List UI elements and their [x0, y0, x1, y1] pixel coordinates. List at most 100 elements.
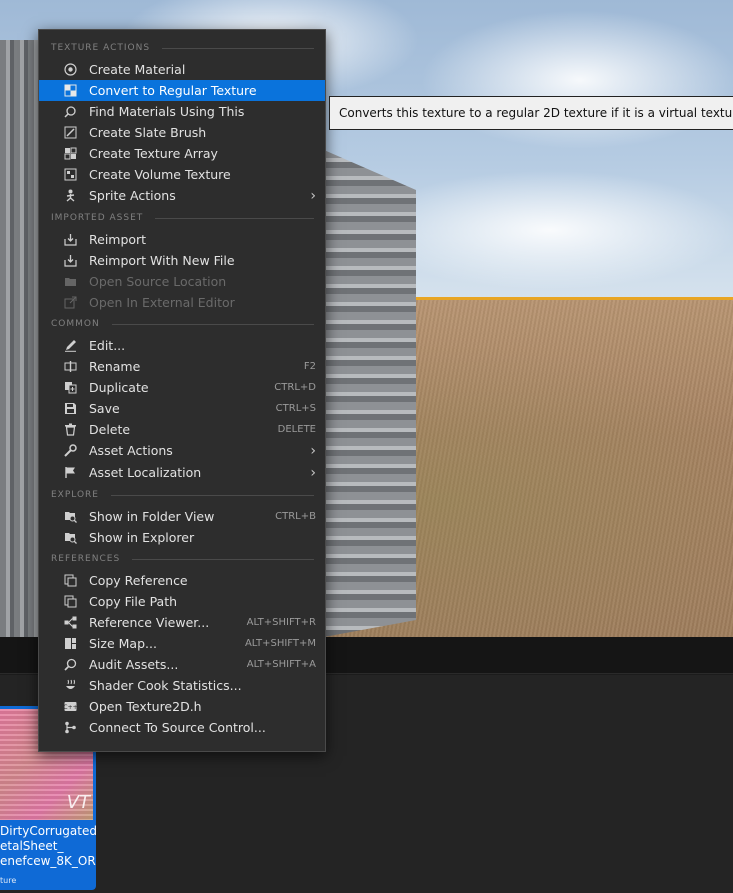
menu-item-duplicate[interactable]: Duplicate CTRL+D	[39, 377, 325, 398]
menu-item-copy-reference[interactable]: Copy Reference	[39, 570, 325, 591]
menu-item-label: Create Texture Array	[89, 146, 218, 161]
menu-item-label: Rename	[89, 359, 141, 374]
menu-item-open-in-external-editor: Open In External Editor	[39, 292, 325, 313]
shortcut-hint: CTRL+B	[275, 511, 316, 522]
sprite-icon	[64, 189, 77, 202]
convert-texture-icon	[64, 84, 77, 97]
menu-item-edit[interactable]: Edit...	[39, 335, 325, 356]
reimport-icon	[64, 254, 77, 267]
svg-text:C++: C++	[64, 704, 77, 711]
menu-item-create-texture-array[interactable]: Create Texture Array	[39, 143, 325, 164]
menu-item-label: Reimport With New File	[89, 253, 235, 268]
wrench-icon	[64, 444, 77, 457]
menu-item-audit-assets[interactable]: Audit Assets... ALT+SHIFT+A	[39, 654, 325, 675]
section-divider	[162, 48, 314, 49]
menu-item-create-slate-brush[interactable]: Create Slate Brush	[39, 122, 325, 143]
shortcut-hint: ALT+SHIFT+A	[246, 659, 316, 670]
pencil-icon	[64, 339, 77, 352]
size-map-icon	[64, 637, 77, 650]
menu-item-label: Asset Actions	[89, 443, 173, 458]
section-header: REFERENCES	[39, 549, 325, 569]
folder-search-icon	[64, 531, 77, 544]
section-header: EXPLORE	[39, 485, 325, 505]
menu-item-label: Size Map...	[89, 636, 157, 651]
menu-item-shader-cook-statistics[interactable]: Shader Cook Statistics...	[39, 675, 325, 696]
shortcut-hint: CTRL+D	[274, 382, 316, 393]
menu-item-show-in-folder-view[interactable]: Show in Folder View CTRL+B	[39, 506, 325, 527]
section-header: IMPORTED ASSET	[39, 208, 325, 228]
menu-item-create-material[interactable]: Create Material	[39, 59, 325, 80]
menu-item-label: Convert to Regular Texture	[89, 83, 257, 98]
audit-icon	[64, 658, 77, 671]
menu-item-label: Sprite Actions	[89, 188, 176, 203]
menu-item-label: Open Source Location	[89, 274, 227, 289]
menu-item-label: Shader Cook Statistics...	[89, 678, 242, 693]
section-divider	[132, 559, 314, 560]
menu-item-label: Reference Viewer...	[89, 615, 210, 630]
menu-item-delete[interactable]: Delete DELETE	[39, 419, 325, 440]
menu-item-label: Create Material	[89, 62, 186, 77]
brush-icon	[64, 126, 77, 139]
menu-item-label: Create Volume Texture	[89, 167, 231, 182]
corrugated-wall-right	[324, 150, 416, 637]
menu-item-label: Show in Explorer	[89, 530, 195, 545]
menu-item-reimport-with-new-file[interactable]: Reimport With New File	[39, 250, 325, 271]
chevron-right-icon: ›	[310, 188, 316, 204]
material-icon	[64, 63, 77, 76]
menu-item-label: Open Texture2D.h	[89, 699, 202, 714]
find-icon	[64, 105, 77, 118]
asset-name: DirtyCorrugated etalSheet_ enefcew_8K_OR…	[0, 824, 96, 868]
chevron-right-icon: ›	[310, 465, 316, 481]
menu-item-rename[interactable]: Rename F2	[39, 356, 325, 377]
flag-icon	[64, 466, 77, 479]
shortcut-hint: DELETE	[277, 424, 316, 435]
menu-item-copy-file-path[interactable]: Copy File Path	[39, 591, 325, 612]
menu-item-label: Connect To Source Control...	[89, 720, 266, 735]
menu-item-label: Duplicate	[89, 380, 149, 395]
copy-icon	[64, 595, 77, 608]
menu-item-label: Asset Localization	[89, 465, 202, 480]
menu-item-label: Find Materials Using This	[89, 104, 245, 119]
rename-icon	[64, 360, 77, 373]
menu-item-reimport[interactable]: Reimport	[39, 229, 325, 250]
menu-item-asset-localization[interactable]: Asset Localization ›	[39, 462, 325, 483]
menu-item-create-volume-texture[interactable]: Create Volume Texture	[39, 164, 325, 185]
menu-item-convert-to-regular-texture[interactable]: Convert to Regular Texture	[39, 80, 325, 101]
menu-item-label: Create Slate Brush	[89, 125, 207, 140]
reference-viewer-icon	[64, 616, 77, 629]
menu-item-find-materials-using-this[interactable]: Find Materials Using This	[39, 101, 325, 122]
section-title: IMPORTED ASSET	[51, 213, 144, 223]
texture-array-icon	[64, 147, 77, 160]
menu-item-label: Delete	[89, 422, 131, 437]
menu-item-label: Audit Assets...	[89, 657, 179, 672]
section-divider	[111, 495, 314, 496]
context-menu: TEXTURE ACTIONS Create Material Convert to…	[38, 29, 326, 752]
menu-item-connect-to-source-control[interactable]: Connect To Source Control...	[39, 717, 325, 738]
menu-item-save[interactable]: Save CTRL+S	[39, 398, 325, 419]
menu-item-show-in-explorer[interactable]: Show in Explorer	[39, 527, 325, 548]
shortcut-hint: ALT+SHIFT+M	[244, 638, 316, 649]
virtual-texture-badge: VT	[66, 792, 90, 813]
section-header: COMMON	[39, 314, 325, 334]
chevron-right-icon: ›	[310, 443, 316, 459]
copy-icon	[64, 574, 77, 587]
section-title: REFERENCES	[51, 554, 121, 564]
menu-item-sprite-actions[interactable]: Sprite Actions ›	[39, 185, 325, 206]
menu-item-label: Edit...	[89, 338, 126, 353]
menu-item-reference-viewer[interactable]: Reference Viewer... ALT+SHIFT+R	[39, 612, 325, 633]
section-title: TEXTURE ACTIONS	[51, 43, 151, 53]
menu-item-size-map[interactable]: Size Map... ALT+SHIFT+M	[39, 633, 325, 654]
shortcut-hint: CTRL+S	[275, 403, 316, 414]
folder-search-icon	[64, 510, 77, 523]
menu-item-label: Reimport	[89, 232, 147, 247]
folder-open-icon	[64, 275, 77, 288]
cpp-file-icon: C++	[64, 700, 77, 713]
save-icon	[64, 402, 77, 415]
tooltip: Converts this texture to a regular 2D te…	[329, 96, 733, 130]
menu-item-open-texture2d-h[interactable]: C++ Open Texture2D.h	[39, 696, 325, 717]
reimport-icon	[64, 233, 77, 246]
shortcut-hint: ALT+SHIFT+R	[246, 617, 316, 628]
menu-item-asset-actions[interactable]: Asset Actions ›	[39, 440, 325, 461]
corrugated-wall-left	[0, 40, 40, 637]
duplicate-icon	[64, 381, 77, 394]
